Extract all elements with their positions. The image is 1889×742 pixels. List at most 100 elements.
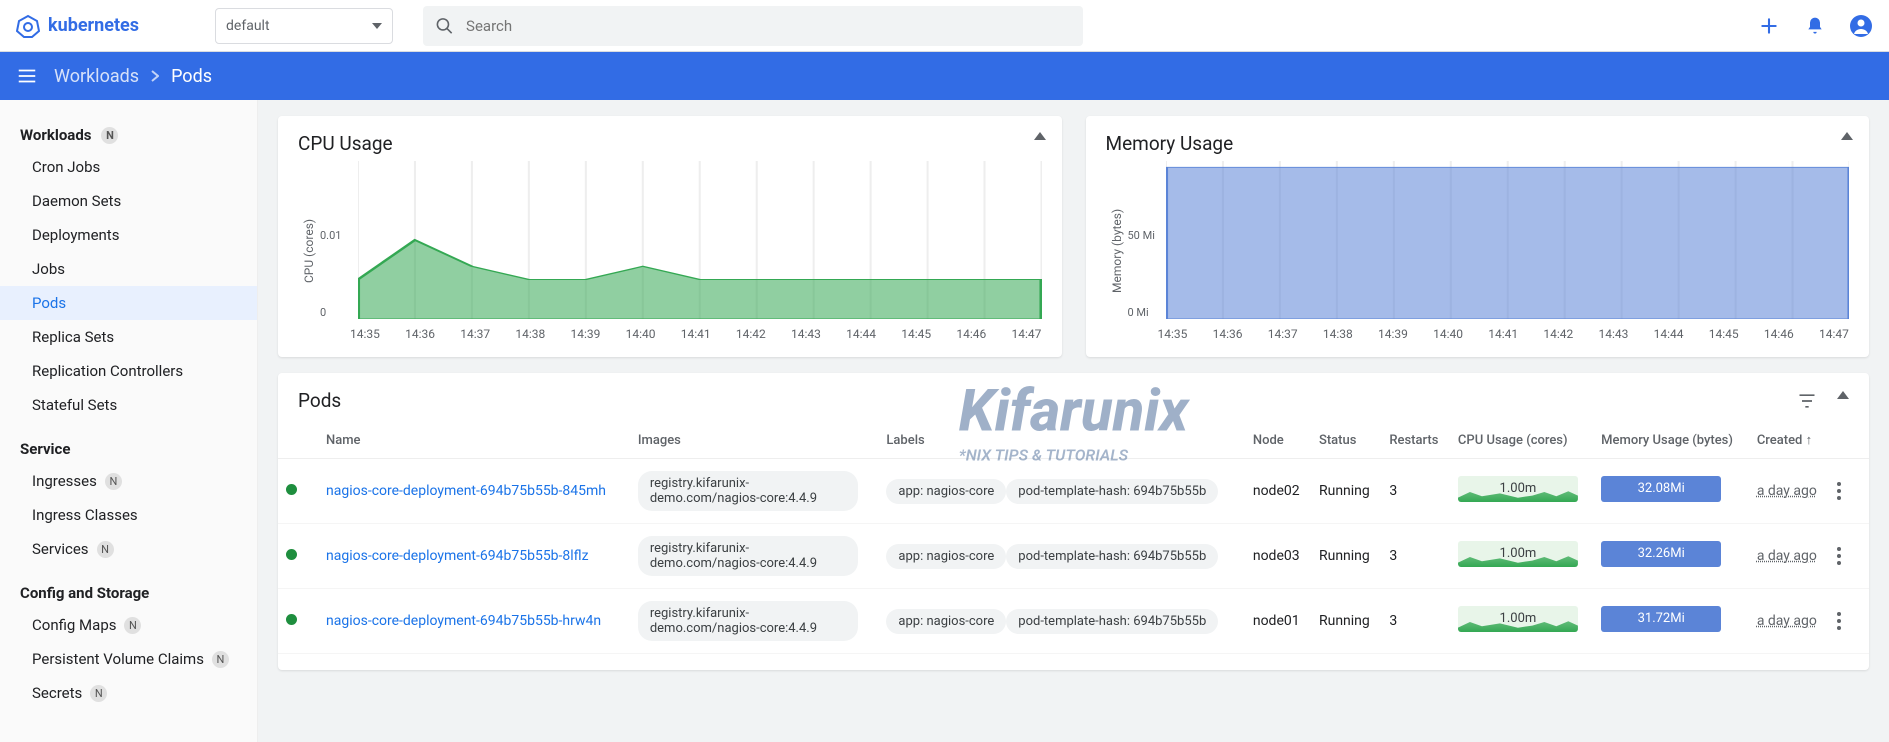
badge-n-icon: N <box>90 685 107 702</box>
badge-n-icon: N <box>212 651 229 668</box>
sidebar-item-replication-controllers[interactable]: Replication Controllers <box>0 354 257 388</box>
sidebar-item-deployments[interactable]: Deployments <box>0 218 257 252</box>
pod-name-link[interactable]: nagios-core-deployment-694b75b55b-845mh <box>326 483 606 499</box>
search-bar[interactable] <box>423 6 1083 46</box>
table-row: nagios-core-deployment-694b75b55b-hrw4n r… <box>278 589 1869 654</box>
created-cell: a day ago <box>1757 613 1817 629</box>
image-chip: registry.kifarunix-demo.com/nagios-core:… <box>638 601 858 641</box>
pod-name-link[interactable]: nagios-core-deployment-694b75b55b-hrw4n <box>326 613 601 629</box>
badge-n-icon: N <box>101 127 118 144</box>
status-cell: Running <box>1311 524 1381 589</box>
sidebar-service-header[interactable]: Service <box>0 434 257 464</box>
pods-table-card: Pods NameImagesLabelsNodeStatusRestartsC… <box>278 373 1869 670</box>
restarts-cell: 3 <box>1381 524 1450 589</box>
create-button[interactable] <box>1757 14 1781 38</box>
namespace-value: default <box>226 18 270 34</box>
search-icon <box>435 16 454 36</box>
top-bar: kubernetes default <box>0 0 1889 52</box>
column-header[interactable]: Images <box>630 422 879 459</box>
image-chip: registry.kifarunix-demo.com/nagios-core:… <box>638 471 858 511</box>
search-input[interactable] <box>466 17 1071 35</box>
topbar-actions <box>1757 14 1873 38</box>
table-row: nagios-core-deployment-694b75b55b-845mh r… <box>278 459 1869 524</box>
sidebar-item-services[interactable]: ServicesN <box>0 532 257 566</box>
label-chip: app: nagios-core <box>886 479 1006 504</box>
node-cell: node02 <box>1245 459 1311 524</box>
column-header[interactable]: Status <box>1311 422 1381 459</box>
column-header[interactable]: Node <box>1245 422 1311 459</box>
column-header[interactable]: Created ↑ <box>1749 422 1829 459</box>
logo[interactable]: kubernetes <box>16 14 139 38</box>
sidebar-item-ingresses[interactable]: IngressesN <box>0 464 257 498</box>
column-header[interactable]: CPU Usage (cores) <box>1450 422 1593 459</box>
chevron-down-icon <box>372 23 382 29</box>
table-title: Pods <box>298 389 341 412</box>
sidebar: WorkloadsN Cron JobsDaemon SetsDeploymen… <box>0 100 258 742</box>
label-chip: pod-template-hash: 694b75b55b <box>1006 609 1218 634</box>
label-chip: app: nagios-core <box>886 544 1006 569</box>
collapse-table-button[interactable] <box>1837 391 1849 411</box>
logo-text: kubernetes <box>48 15 139 36</box>
row-menu-button[interactable] <box>1829 524 1869 589</box>
pod-name-link[interactable]: nagios-core-deployment-694b75b55b-8lflz <box>326 548 589 564</box>
column-header[interactable]: Restarts <box>1381 422 1450 459</box>
kubernetes-icon <box>16 14 40 38</box>
row-menu-button[interactable] <box>1829 589 1869 654</box>
node-cell: node03 <box>1245 524 1311 589</box>
status-running-icon <box>286 549 297 560</box>
created-cell: a day ago <box>1757 548 1817 564</box>
cpu-sparkline: 1.00m <box>1458 541 1578 567</box>
notifications-button[interactable] <box>1803 14 1827 38</box>
collapse-chart-button[interactable] <box>1841 132 1853 140</box>
sidebar-item-stateful-sets[interactable]: Stateful Sets <box>0 388 257 422</box>
sidebar-item-daemon-sets[interactable]: Daemon Sets <box>0 184 257 218</box>
sort-asc-icon: ↑ <box>1806 433 1813 448</box>
memory-sparkline: 32.26Mi <box>1601 541 1721 567</box>
sidebar-config-header[interactable]: Config and Storage <box>0 578 257 608</box>
restarts-cell: 3 <box>1381 589 1450 654</box>
status-running-icon <box>286 484 297 495</box>
table-row: nagios-core-deployment-694b75b55b-8lflz r… <box>278 524 1869 589</box>
chart-ylabel: CPU (cores) <box>298 161 320 341</box>
image-chip: registry.kifarunix-demo.com/nagios-core:… <box>638 536 858 576</box>
main-content: Kifarunix *NIX TIPS & TUTORIALS CPU Usag… <box>258 100 1889 742</box>
cpu-sparkline: 1.00m <box>1458 476 1578 502</box>
sidebar-item-persistent-volume-claims[interactable]: Persistent Volume ClaimsN <box>0 642 257 676</box>
column-header[interactable]: Labels <box>878 422 1244 459</box>
collapse-chart-button[interactable] <box>1034 132 1046 140</box>
sidebar-item-pods[interactable]: Pods <box>0 286 257 320</box>
sidebar-workloads-header[interactable]: WorkloadsN <box>0 120 257 150</box>
column-header[interactable]: Name <box>318 422 630 459</box>
chart-xticks: 14:3514:3614:3714:3814:3914:4014:4114:42… <box>1158 327 1850 341</box>
label-chip: pod-template-hash: 694b75b55b <box>1006 544 1218 569</box>
memory-usage-chart: Memory UsageMemory (bytes)50 Mi0 Mi14:35… <box>1086 116 1870 357</box>
account-button[interactable] <box>1849 14 1873 38</box>
cpu-sparkline: 1.00m <box>1458 606 1578 632</box>
breadcrumb-current: Pods <box>171 66 212 87</box>
pods-table: NameImagesLabelsNodeStatusRestartsCPU Us… <box>278 422 1869 654</box>
cpu-usage-chart: CPU UsageCPU (cores)0.01014:3514:3614:37… <box>278 116 1062 357</box>
breadcrumb-parent[interactable]: Workloads <box>54 66 139 87</box>
namespace-select[interactable]: default <box>215 8 393 44</box>
status-cell: Running <box>1311 459 1381 524</box>
label-chip: app: nagios-core <box>886 609 1006 634</box>
status-running-icon <box>286 614 297 625</box>
badge-n-icon: N <box>97 541 114 558</box>
blue-toolbar: Workloads Pods <box>0 52 1889 100</box>
sidebar-item-cron-jobs[interactable]: Cron Jobs <box>0 150 257 184</box>
sidebar-item-config-maps[interactable]: Config MapsN <box>0 608 257 642</box>
sidebar-item-replica-sets[interactable]: Replica Sets <box>0 320 257 354</box>
row-menu-button[interactable] <box>1829 459 1869 524</box>
sidebar-item-ingress-classes[interactable]: Ingress Classes <box>0 498 257 532</box>
filter-button[interactable] <box>1797 391 1817 411</box>
column-header[interactable]: Memory Usage (bytes) <box>1593 422 1749 459</box>
sidebar-item-jobs[interactable]: Jobs <box>0 252 257 286</box>
menu-toggle[interactable] <box>16 65 38 87</box>
chevron-right-icon <box>151 70 159 82</box>
sidebar-item-secrets[interactable]: SecretsN <box>0 676 257 710</box>
restarts-cell: 3 <box>1381 459 1450 524</box>
chart-title: Memory Usage <box>1106 132 1850 155</box>
chart-ylabel: Memory (bytes) <box>1106 161 1128 341</box>
chart-xticks: 14:3514:3614:3714:3814:3914:4014:4114:42… <box>350 327 1042 341</box>
status-cell: Running <box>1311 589 1381 654</box>
